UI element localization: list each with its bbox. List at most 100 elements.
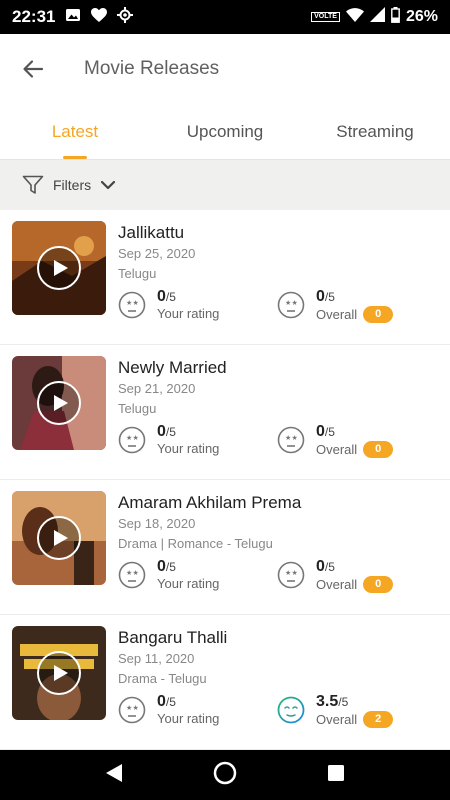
tab-label: Streaming [336,121,414,141]
recents-square-icon [328,764,344,781]
unrated-face-icon: ★ ★ [277,561,305,589]
movie-title: Newly Married [118,358,227,377]
rating-label: Your rating [157,306,220,321]
tab-streaming[interactable]: Streaming [300,104,450,159]
movie-genre: Drama | Romance - Telugu [118,536,273,551]
rating-count-badge: 2 [363,711,394,728]
movie-poster[interactable] [12,626,106,720]
rating-scale: /5 [324,560,335,574]
play-button[interactable] [37,651,81,695]
image-icon [65,7,81,28]
play-button[interactable] [37,381,81,425]
rating-scale: /5 [165,695,176,709]
overall-rating: 3.5/5 Overall 2 [277,693,394,728]
battery-percent: 26% [405,8,438,25]
play-button[interactable] [37,516,81,560]
nav-home-button[interactable] [213,761,237,790]
filter-icon [22,175,44,194]
rating-label: Your rating [157,711,220,726]
rating-value: 0 [157,423,166,440]
rating-label: Your rating [157,441,220,456]
movie-item-amaram-akhilam-prema[interactable]: Amaram Akhilam Prema Sep 18, 2020 Drama … [0,480,450,615]
unrated-face-icon: ★ ★ [118,426,146,454]
release-date: Sep 18, 2020 [118,516,196,531]
tab-label: Latest [51,121,99,141]
rating-label: Overall [316,306,358,322]
rating-label: Overall [316,711,358,727]
play-button[interactable] [37,246,81,290]
release-date: Sep 11, 2020 [118,651,195,666]
rating-value: 0 [316,558,325,575]
filter-bar[interactable]: Filters [0,160,450,210]
tab-bar: Latest Upcoming Streaming [0,104,450,160]
movie-poster[interactable] [12,356,106,450]
wifi-icon [345,7,364,27]
movie-item-bangaru-thalli[interactable]: Bangaru Thalli Sep 11, 2020 Drama - Telu… [0,615,450,750]
app-header: Movie Releases [0,34,450,104]
your-rating[interactable]: ★ ★ 0/5 Your rating [118,693,219,727]
back-arrow-icon [23,60,44,78]
nav-recents-button[interactable] [327,764,345,787]
release-date: Sep 25, 2020 [118,246,196,261]
unrated-face-icon: ★ ★ [277,426,305,454]
rating-label: Overall [316,441,358,457]
rating-count-badge: 0 [363,576,394,593]
tab-active-indicator [63,156,87,159]
svg-text:★: ★ [133,299,139,307]
status-bar: 22:31 VOLTE 26% [0,0,450,34]
svg-text:★: ★ [133,704,139,712]
rating-count-badge: 0 [363,306,394,323]
rating-scale: /5 [165,425,176,439]
movie-genre: Telugu [118,401,157,416]
svg-text:★: ★ [292,434,298,442]
rating-value: 3.5 [316,693,339,710]
movie-title: Jallikattu [118,223,185,242]
content-face-icon [277,696,305,724]
movie-genre: Telugu [118,266,157,281]
back-triangle-icon [106,763,122,782]
rating-scale: /5 [324,290,335,304]
svg-text:★: ★ [126,299,132,307]
rating-value: 0 [157,693,166,710]
battery-icon [391,6,400,28]
rating-value: 0 [157,558,166,575]
back-button[interactable] [0,34,66,104]
your-rating[interactable]: ★ ★ 0/5 Your rating [118,558,219,592]
play-icon [53,665,68,681]
rating-scale: /5 [324,425,335,439]
svg-text:★: ★ [126,704,132,712]
rating-value: 0 [316,288,325,305]
nav-back-button[interactable] [105,763,123,788]
overall-rating: ★ ★ 0/5 Overall 0 [277,423,394,458]
rating-label: Your rating [157,576,220,591]
your-rating[interactable]: ★ ★ 0/5 Your rating [118,423,219,457]
rating-label: Overall [316,576,358,592]
unrated-face-icon: ★ ★ [118,291,146,319]
rating-value: 0 [157,288,166,305]
movie-title: Amaram Akhilam Prema [118,493,302,512]
movie-list: Jallikattu Sep 25, 2020 Telugu ★ ★ 0/5 Yo… [0,210,450,750]
home-circle-icon [213,761,237,784]
chevron-down-icon [101,180,116,190]
location-icon [117,6,134,28]
movie-poster[interactable] [12,221,106,315]
tab-upcoming[interactable]: Upcoming [150,104,300,159]
movie-genre: Drama - Telugu [118,671,207,686]
release-date: Sep 21, 2020 [118,381,196,396]
svg-text:★: ★ [126,434,132,442]
system-nav-bar [0,750,450,800]
movie-poster[interactable] [12,491,106,585]
svg-text:★: ★ [292,569,298,577]
play-icon [53,260,68,276]
svg-text:★: ★ [292,299,298,307]
svg-text:★: ★ [285,434,291,442]
rating-scale: /5 [165,560,176,574]
unrated-face-icon: ★ ★ [118,561,146,589]
tab-latest[interactable]: Latest [0,104,150,159]
movie-item-jallikattu[interactable]: Jallikattu Sep 25, 2020 Telugu ★ ★ 0/5 Yo… [0,210,450,345]
svg-text:★: ★ [285,569,291,577]
your-rating[interactable]: ★ ★ 0/5 Your rating [118,288,219,322]
svg-text:★: ★ [285,299,291,307]
movie-item-newly-married[interactable]: Newly Married Sep 21, 2020 Telugu ★ ★ 0/5… [0,345,450,480]
svg-text:★: ★ [133,569,139,577]
